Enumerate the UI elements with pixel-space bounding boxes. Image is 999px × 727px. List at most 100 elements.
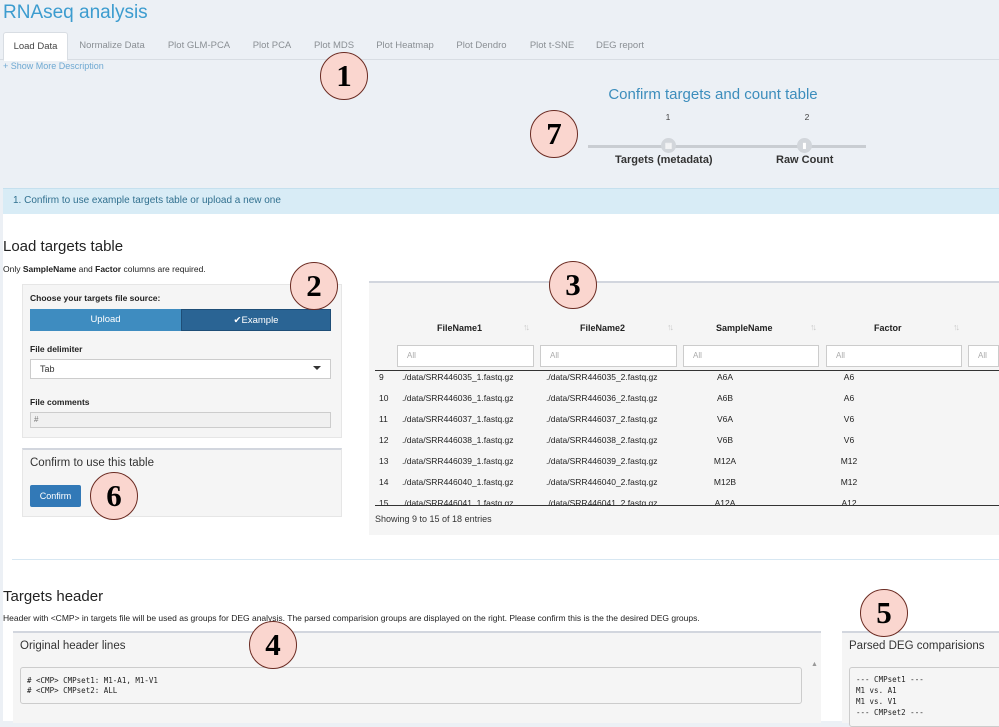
- targets-header-heading: Targets header: [3, 588, 104, 605]
- column-header-samplename[interactable]: SampleName: [716, 323, 773, 333]
- table-bottom-border: [375, 505, 999, 506]
- upload-button[interactable]: Upload: [30, 309, 181, 331]
- table-cell: ./data/SRR446040_1.fastq.gz: [402, 477, 514, 487]
- tab-plot-dendro[interactable]: Plot Dendro: [448, 32, 515, 59]
- table-cell: V6B: [716, 435, 734, 445]
- table-cell: 12: [379, 435, 389, 445]
- table-cell: ./data/SRR446039_2.fastq.gz: [546, 456, 658, 466]
- table-cell: A12: [841, 498, 857, 505]
- table-cell: 14: [379, 477, 389, 487]
- file-delimiter-label: File delimiter: [30, 344, 83, 354]
- example-button[interactable]: ✔Example: [181, 309, 331, 331]
- sort-icon[interactable]: ↑↓: [667, 322, 674, 332]
- annotation-badge: 1: [320, 52, 368, 100]
- wizard-step-label: Raw Count: [776, 154, 834, 166]
- load-targets-heading: Load targets table: [3, 238, 124, 255]
- table-cell: M12B: [713, 477, 737, 487]
- scroll-up-icon[interactable]: ▲: [811, 661, 818, 668]
- table-cell: A12A: [714, 498, 736, 505]
- table-cell: 15: [379, 498, 389, 505]
- table-cell: M12A: [713, 456, 737, 466]
- file-comments-input[interactable]: #: [30, 412, 331, 428]
- filter-input[interactable]: All: [397, 345, 534, 367]
- annotation-badge: 6: [90, 472, 138, 520]
- wizard-title: Confirm targets and count table: [608, 86, 818, 103]
- tab-plot-pca[interactable]: Plot PCA: [244, 32, 300, 59]
- code-line: # <CMP> CMPset1: M1-A1, M1-V1: [27, 676, 158, 685]
- section-divider: [12, 559, 999, 560]
- table-cell: A6A: [716, 372, 734, 382]
- file-delimiter-select[interactable]: Tab: [30, 359, 331, 379]
- table-row[interactable]: 15 ./data/SRR446041_1.fastq.gz ./data/SRR4…: [375, 491, 999, 505]
- file-source-label: Choose your targets file source:: [30, 293, 161, 303]
- tab-normalize-data[interactable]: Normalize Data: [70, 32, 154, 59]
- table-cell: ./data/SRR446035_1.fastq.gz: [402, 372, 514, 382]
- sort-icon[interactable]: ↑↓: [953, 322, 960, 332]
- tab-plot-glm-pca[interactable]: Plot GLM-PCA: [160, 32, 238, 59]
- table-row[interactable]: 13 ./data/SRR446039_1.fastq.gz ./data/SRR4…: [375, 449, 999, 470]
- code-line: # <CMP> CMPset2: ALL: [27, 686, 118, 695]
- annotation-badge: 2: [290, 262, 338, 310]
- table-cell: A6: [843, 372, 855, 382]
- wizard-progress-line: [588, 145, 866, 148]
- table-info: Showing 9 to 15 of 18 entries: [375, 514, 492, 524]
- file-comments-label: File comments: [30, 397, 90, 407]
- tab-plot-heatmap[interactable]: Plot Heatmap: [368, 32, 442, 59]
- column-header-factor[interactable]: Factor: [874, 323, 902, 333]
- filter-input[interactable]: All: [968, 345, 999, 367]
- check-icon: ✔: [233, 315, 242, 326]
- table-row[interactable]: 9 ./data/SRR446035_1.fastq.gz ./data/SRR44…: [375, 371, 999, 386]
- tab-load-data[interactable]: Load Data: [3, 32, 68, 61]
- wizard-step-label: Targets (metadata): [615, 154, 713, 166]
- table-cell: A6: [843, 393, 855, 403]
- table-row[interactable]: 14 ./data/SRR446040_1.fastq.gz ./data/SRR4…: [375, 470, 999, 491]
- app-title: RNAseq analysis: [3, 2, 148, 23]
- table-cell: ./data/SRR446037_2.fastq.gz: [546, 414, 658, 424]
- filter-input[interactable]: All: [683, 345, 819, 367]
- original-header-title: Original header lines: [20, 640, 126, 652]
- table-cell: ./data/SRR446041_1.fastq.gz: [402, 498, 514, 505]
- sort-icon[interactable]: ↑↓: [810, 322, 817, 332]
- table-cell: V6: [843, 435, 855, 445]
- tab-plot-tsne[interactable]: Plot t-SNE: [521, 32, 583, 59]
- table-cell: ./data/SRR446035_2.fastq.gz: [546, 372, 658, 382]
- table-cell: ./data/SRR446040_2.fastq.gz: [546, 477, 658, 487]
- filter-input[interactable]: All: [540, 345, 677, 367]
- parsed-comparisons-title: Parsed DEG comparisions: [849, 640, 985, 652]
- show-description-link[interactable]: + Show More Description: [3, 61, 104, 71]
- filter-input[interactable]: All: [826, 345, 962, 367]
- confirm-table-title: Confirm to use this table: [30, 457, 155, 469]
- sort-icon[interactable]: ↑↓: [523, 322, 530, 332]
- tab-deg-report[interactable]: DEG report: [589, 32, 651, 59]
- column-header-filename1[interactable]: FileName1: [437, 323, 482, 333]
- table-cell: ./data/SRR446039_1.fastq.gz: [402, 456, 514, 466]
- table-cell: V6: [843, 414, 855, 424]
- table-cell: M12: [840, 477, 858, 487]
- confirm-button[interactable]: Confirm: [30, 485, 81, 507]
- annotation-badge: 4: [249, 621, 297, 669]
- table-body: 9 ./data/SRR446035_1.fastq.gz ./data/SRR44…: [375, 371, 999, 505]
- table-cell: A6B: [716, 393, 734, 403]
- table-cell: ./data/SRR446037_1.fastq.gz: [402, 414, 514, 424]
- code-line: M1 vs. V1: [856, 697, 897, 706]
- annotation-badge: 7: [530, 110, 578, 158]
- load-targets-subtitle: Only SampleName and Factor columns are r…: [3, 264, 206, 274]
- caret-down-icon[interactable]: [313, 366, 321, 370]
- table-row[interactable]: 11 ./data/SRR446037_1.fastq.gz ./data/SRR4…: [375, 407, 999, 428]
- column-header-filename2[interactable]: FileName2: [580, 323, 625, 333]
- original-header-code[interactable]: [20, 667, 802, 704]
- table-row[interactable]: 12 ./data/SRR446038_1.fastq.gz ./data/SRR4…: [375, 428, 999, 449]
- file-icon[interactable]: ▮: [797, 138, 812, 153]
- code-line: --- CMPset2 ---: [856, 708, 924, 717]
- table-row[interactable]: 10 ./data/SRR446036_1.fastq.gz ./data/SRR4…: [375, 386, 999, 407]
- targets-header-subtitle: Header with <CMP> in targets file will b…: [3, 613, 700, 623]
- table-icon[interactable]: ▦: [661, 138, 676, 153]
- wizard-step-number: 2: [804, 112, 810, 122]
- table-cell: 11: [379, 414, 388, 424]
- step-info-text: 1. Confirm to use example targets table …: [13, 195, 281, 206]
- wizard-step-number: 1: [665, 112, 671, 122]
- table-cell: V6A: [716, 414, 734, 424]
- table-cell: 13: [379, 456, 389, 466]
- table-cell: 10: [379, 393, 389, 403]
- annotation-badge: 3: [549, 261, 597, 309]
